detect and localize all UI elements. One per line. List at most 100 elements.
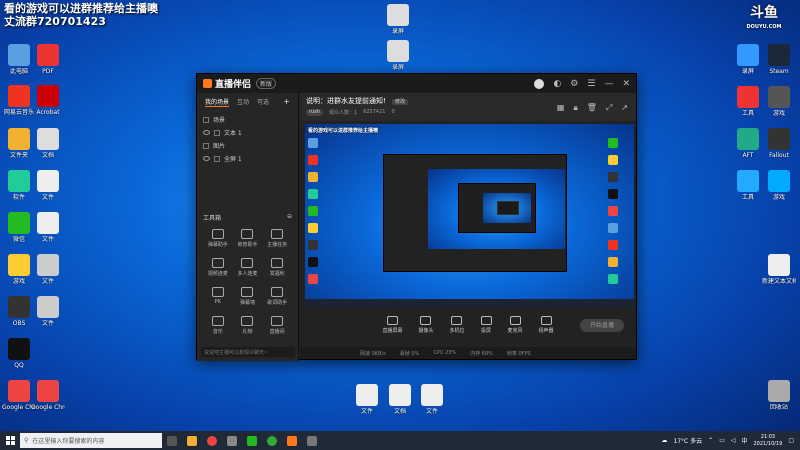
chrome-icon[interactable] xyxy=(202,431,222,450)
notification-icon[interactable]: ▢ xyxy=(788,437,794,444)
tool-label: 主播任务 xyxy=(267,242,288,248)
source-control-button[interactable]: 摄像头 xyxy=(418,316,433,334)
taskbar-search[interactable]: ⚲ 在这里输入你要搜索的内容 xyxy=(20,433,162,448)
skin-icon[interactable]: ◐ xyxy=(553,79,561,89)
eye-icon[interactable] xyxy=(203,130,210,135)
wechat-icon[interactable] xyxy=(242,431,262,450)
chat-input[interactable]: 说说吧主播可以和观众聊天~ xyxy=(201,347,295,357)
source-control-button[interactable]: 麦克风 xyxy=(508,316,523,334)
lock-icon[interactable]: 🔒︎ xyxy=(573,103,577,113)
room-tag[interactable]: rush xyxy=(306,109,323,116)
tool-item[interactable]: 弹幕助手 xyxy=(203,229,233,248)
file-explorer-icon[interactable] xyxy=(182,431,202,450)
network-icon[interactable]: ▭ xyxy=(719,437,725,444)
desktop-icon[interactable]: PDF xyxy=(31,44,65,75)
settings-icon[interactable]: ⚙ xyxy=(570,79,578,89)
scene-item[interactable]: 文本 1 xyxy=(203,126,292,139)
desktop-icon[interactable]: Google Chrome xyxy=(31,380,65,411)
desktop-icon[interactable]: 文件 xyxy=(31,212,65,243)
delete-icon[interactable]: 🗑︎ xyxy=(587,103,597,113)
desktop-icon[interactable]: AFT xyxy=(731,128,765,159)
tool-icon xyxy=(271,287,284,297)
desktop-icon[interactable]: 工具 xyxy=(731,86,765,117)
tool-item[interactable]: 歌词助手 xyxy=(262,287,292,306)
nested-preview-window xyxy=(383,154,567,272)
desktop-icon[interactable]: QQ xyxy=(2,338,36,369)
tab-optional[interactable]: 可选 xyxy=(257,97,269,107)
grid-icon[interactable]: ▦ xyxy=(557,103,565,113)
desktop-icon[interactable]: Steam xyxy=(762,44,796,75)
toolbox-settings-icon[interactable]: ⊖ xyxy=(287,213,292,222)
desktop-icon[interactable]: 文档 xyxy=(383,384,417,415)
desktop-icon[interactable]: 录屏 xyxy=(731,44,765,75)
desktop-icon[interactable]: 文档 xyxy=(31,128,65,159)
tool-item[interactable]: 音乐 xyxy=(203,316,233,335)
stream-preview[interactable]: 看的游戏可以进群推荐给主播噢 xyxy=(305,124,634,307)
desktop-icon[interactable]: Acrobat xyxy=(31,85,65,116)
desktop-icon[interactable]: 游戏 xyxy=(762,170,796,201)
scene-item[interactable]: 图片 xyxy=(203,139,292,152)
chrome-icon[interactable] xyxy=(262,431,282,450)
tab-interact[interactable]: 互动 xyxy=(237,97,249,107)
volume-icon[interactable]: ◁ xyxy=(731,437,736,444)
minimize-icon[interactable]: — xyxy=(604,79,613,89)
desktop-icon[interactable]: 录屏 xyxy=(381,40,415,71)
add-scene-icon[interactable]: + xyxy=(283,97,290,107)
media-icon[interactable] xyxy=(222,431,242,450)
tool-item[interactable]: 多人连麦 xyxy=(233,258,263,277)
desktop-icon[interactable]: 文件 xyxy=(31,170,65,201)
share-icon[interactable]: ↗ xyxy=(621,103,628,113)
tool-item[interactable]: 视频连麦 xyxy=(203,258,233,277)
desktop-icon[interactable]: Fallout xyxy=(762,128,796,159)
weather-icon[interactable]: ☁ xyxy=(661,437,667,444)
source-control-button[interactable]: 投屏 xyxy=(480,316,492,334)
desktop-icon[interactable]: 回收站 xyxy=(762,380,796,411)
preview-desktop-icon xyxy=(608,138,618,148)
tool-item[interactable]: 发福利 xyxy=(262,258,292,277)
scene-item[interactable]: 全屏 1 xyxy=(203,152,292,165)
tool-item[interactable]: 礼物 xyxy=(233,316,263,335)
preview-desktop-icon xyxy=(608,206,618,216)
clock[interactable]: 21:03 2021/10/19 xyxy=(754,434,783,448)
eye-icon[interactable] xyxy=(203,156,210,161)
source-control-button[interactable]: 直播屏幕 xyxy=(382,316,402,334)
desktop-icon[interactable]: 文件 xyxy=(350,384,384,415)
start-button[interactable] xyxy=(0,431,20,450)
desktop-icon[interactable]: 文件 xyxy=(31,254,65,285)
close-icon[interactable]: ✕ xyxy=(622,79,630,89)
desktop-icon[interactable]: 录屏 xyxy=(381,4,415,35)
tool-item[interactable]: 弹幕墙 xyxy=(233,287,263,306)
tray-expand-icon[interactable]: ⌃ xyxy=(708,437,713,444)
windows-logo-icon xyxy=(5,436,15,445)
expand-icon[interactable]: ⤢ xyxy=(606,103,612,113)
source-control-icon xyxy=(451,316,463,325)
menu-icon[interactable]: ☰ xyxy=(587,79,595,89)
desktop-icon[interactable]: 新建文本文档 xyxy=(762,254,796,285)
desktop-icon[interactable]: 文件 xyxy=(31,296,65,327)
start-live-button[interactable]: 开始直播 xyxy=(580,319,624,332)
status-bar: 网速 0KB/s 丢帧 0% CPU 23% 内存 68% 帧率 0FPS xyxy=(300,347,636,359)
scene-item[interactable]: 场景 xyxy=(203,113,292,126)
edit-notice-button[interactable]: 修改 xyxy=(392,99,409,105)
tool-item[interactable]: 房管助手 xyxy=(233,229,263,248)
text-source-icon xyxy=(214,129,220,136)
weather-text[interactable]: 17°C 多云 xyxy=(673,436,702,445)
tool-item[interactable]: 直播间 xyxy=(262,316,292,335)
scene-icon xyxy=(203,116,209,123)
ime-icon[interactable]: 中 xyxy=(741,436,747,445)
preview-desktop-icon xyxy=(308,206,318,216)
task-view-icon[interactable] xyxy=(162,431,182,450)
user-avatar[interactable] xyxy=(534,78,545,89)
app-icon[interactable] xyxy=(302,431,322,450)
tab-my-scenes[interactable]: 我的场景 xyxy=(205,97,230,107)
tool-item[interactable]: 主播任务 xyxy=(262,229,292,248)
source-control-button[interactable]: 扬声器 xyxy=(539,316,554,334)
tool-item[interactable]: PK xyxy=(203,287,233,306)
live-companion-taskbar-icon[interactable] xyxy=(282,431,302,450)
source-control-button[interactable]: 多机位 xyxy=(449,316,465,334)
desktop-icon[interactable]: 工具 xyxy=(731,170,765,201)
version-badge[interactable]: 新版 xyxy=(256,78,277,89)
desktop-icon[interactable]: 游戏 xyxy=(762,86,796,117)
preview-desktop-icon xyxy=(608,257,618,267)
desktop-icon[interactable]: 文件 xyxy=(415,384,449,415)
